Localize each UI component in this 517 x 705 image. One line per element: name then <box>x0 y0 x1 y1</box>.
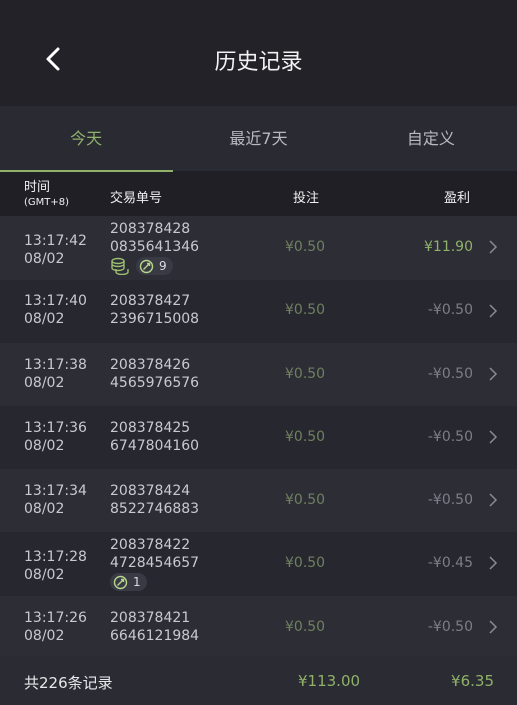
row-badges: 1 <box>110 573 199 591</box>
column-order: 交易单号 <box>110 191 163 206</box>
column-bet: 投注 <box>293 191 320 206</box>
row-bet: ¥0.50 <box>285 492 326 508</box>
row-order: 208378421 6646121984 <box>110 609 199 645</box>
row-order-id: 208378425 <box>110 420 191 436</box>
chevron-right-icon <box>489 240 498 254</box>
row-order-id: 208378426 <box>110 357 191 373</box>
total-bet: ¥113.00 <box>298 672 361 690</box>
row-profit: -¥0.50 <box>427 619 473 635</box>
history-row[interactable]: 13:17:34 08/02 208378424 8522746883 ¥0.5… <box>0 469 517 532</box>
free-spin-icon <box>139 259 154 273</box>
tab-custom[interactable]: 自定义 <box>345 106 517 171</box>
row-order-sub: 6646121984 <box>110 628 200 644</box>
row-order-sub: 8522746883 <box>110 501 200 517</box>
row-time-clock: 13:17:38 <box>24 357 87 373</box>
row-order: 208378427 2396715008 <box>110 292 199 328</box>
row-order: 208378428 0835641346 9 <box>110 220 199 275</box>
row-bet: ¥0.50 <box>285 555 326 571</box>
free-spin-badge: 1 <box>110 573 147 591</box>
tab-bar: 今天 最近7天 自定义 <box>0 106 517 172</box>
row-bet: ¥0.50 <box>285 239 326 255</box>
row-order: 208378424 8522746883 <box>110 482 199 518</box>
row-time: 13:17:40 08/02 <box>24 292 87 328</box>
row-date: 08/02 <box>24 567 65 583</box>
row-date: 08/02 <box>24 375 65 391</box>
history-row[interactable]: 13:17:36 08/02 208378425 6747804160 ¥0.5… <box>0 406 517 469</box>
chevron-right-icon <box>489 493 498 507</box>
row-profit: -¥0.50 <box>427 492 473 508</box>
row-profit: -¥0.45 <box>427 555 473 571</box>
row-time-clock: 13:17:28 <box>24 549 87 565</box>
chevron-right-icon <box>489 430 498 444</box>
row-time: 13:17:38 08/02 <box>24 356 87 392</box>
tab-today[interactable]: 今天 <box>0 106 172 171</box>
row-time: 13:17:36 08/02 <box>24 419 87 455</box>
row-order-sub: 0835641346 <box>110 239 200 255</box>
total-profit: ¥6.35 <box>451 672 494 690</box>
coins-icon <box>111 257 129 275</box>
history-row[interactable]: 13:17:42 08/02 208378428 0835641346 9 ¥0… <box>0 216 517 280</box>
row-profit: -¥0.50 <box>427 429 473 445</box>
row-bet: ¥0.50 <box>285 619 326 635</box>
free-spin-count: 9 <box>159 259 167 273</box>
row-order-id: 208378427 <box>110 293 191 309</box>
row-bet: ¥0.50 <box>285 366 326 382</box>
row-time-clock: 13:17:26 <box>24 610 87 626</box>
row-profit: -¥0.50 <box>427 302 473 318</box>
row-order-sub: 4728454657 <box>110 555 200 571</box>
row-badges: 9 <box>110 257 199 275</box>
row-time-clock: 13:17:36 <box>24 420 87 436</box>
row-date: 08/02 <box>24 251 65 267</box>
row-order-id: 208378422 <box>110 537 191 553</box>
row-time: 13:17:42 08/02 <box>24 232 87 268</box>
row-order-id: 208378424 <box>110 483 191 499</box>
row-time-clock: 13:17:42 <box>24 233 87 249</box>
free-spin-badge: 9 <box>136 257 173 275</box>
row-time: 13:17:26 08/02 <box>24 609 87 645</box>
summary-footer: 共226条记录 ¥113.00 ¥6.35 <box>0 656 517 705</box>
history-row[interactable]: 13:17:28 08/02 208378422 4728454657 1 ¥0… <box>0 532 517 596</box>
row-order: 208378425 6747804160 <box>110 419 199 455</box>
row-date: 08/02 <box>24 311 65 327</box>
column-time-label: 时间 <box>24 180 51 195</box>
header: 历史记录 <box>0 0 517 106</box>
row-order: 208378422 4728454657 1 <box>110 536 199 591</box>
row-time: 13:17:34 08/02 <box>24 482 87 518</box>
history-row[interactable]: 13:17:38 08/02 208378426 4565976576 ¥0.5… <box>0 343 517 406</box>
free-spin-count: 1 <box>133 575 141 589</box>
row-order-sub: 6747804160 <box>110 438 200 454</box>
chevron-right-icon <box>489 556 498 570</box>
chevron-right-icon <box>489 367 498 381</box>
row-bet: ¥0.50 <box>285 429 326 445</box>
column-time: 时间 (GMT+8) <box>24 180 69 210</box>
row-date: 08/02 <box>24 501 65 517</box>
tab-last-7-days[interactable]: 最近7天 <box>172 106 344 171</box>
row-time: 13:17:28 08/02 <box>24 548 87 584</box>
page-title: 历史记录 <box>214 50 303 75</box>
chevron-right-icon <box>489 304 498 318</box>
row-date: 08/02 <box>24 438 65 454</box>
row-bet: ¥0.50 <box>285 302 326 318</box>
row-time-clock: 13:17:40 <box>24 293 87 309</box>
history-list: 13:17:42 08/02 208378428 0835641346 9 ¥0… <box>0 216 517 659</box>
row-order-id: 208378421 <box>110 610 191 626</box>
chevron-right-icon <box>489 620 498 634</box>
column-header: 时间 (GMT+8) 交易单号 投注 盈利 <box>0 172 517 216</box>
row-date: 08/02 <box>24 628 65 644</box>
row-order-sub: 2396715008 <box>110 311 200 327</box>
history-row[interactable]: 13:17:40 08/02 208378427 2396715008 ¥0.5… <box>0 280 517 343</box>
column-profit: 盈利 <box>444 191 471 206</box>
row-profit: -¥0.50 <box>427 366 473 382</box>
row-profit: ¥11.90 <box>424 239 473 255</box>
row-time-clock: 13:17:34 <box>24 483 87 499</box>
row-order: 208378426 4565976576 <box>110 356 199 392</box>
history-row[interactable]: 13:17:26 08/02 208378421 6646121984 ¥0.5… <box>0 596 517 659</box>
row-order-id: 208378428 <box>110 221 191 237</box>
column-timezone: (GMT+8) <box>24 197 70 208</box>
total-records-label: 共226条记录 <box>24 674 113 692</box>
row-order-sub: 4565976576 <box>110 375 200 391</box>
free-spin-icon <box>113 575 128 589</box>
